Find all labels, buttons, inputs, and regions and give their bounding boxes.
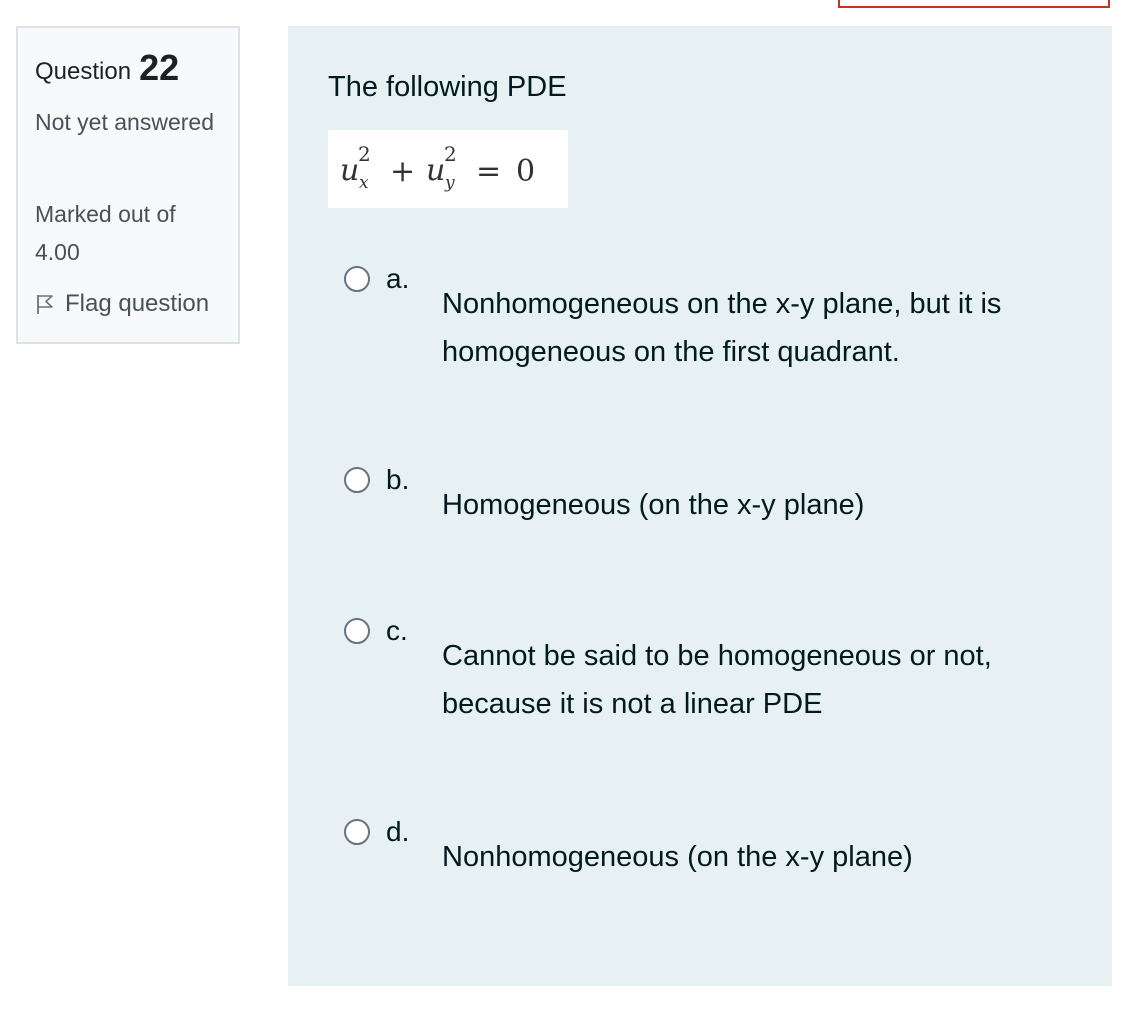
question-number: Question 22 xyxy=(35,46,179,88)
option-text-d[interactable]: Nonhomogeneous (on the x-y plane) xyxy=(442,833,1102,881)
radio-button-c[interactable] xyxy=(344,618,370,644)
question-info-panel: Question 22 Not yet answered Marked out o… xyxy=(16,26,240,344)
svg-text:x: x xyxy=(359,173,369,193)
option-letter-c: c. xyxy=(386,615,408,646)
question-number-value: 22 xyxy=(139,47,180,88)
option-text-b[interactable]: Homogeneous (on the x-y plane) xyxy=(442,481,1102,529)
flag-question-link[interactable]: Flag question xyxy=(35,290,209,318)
option-letter-a: a. xyxy=(386,263,410,294)
svg-text:u: u xyxy=(426,153,445,188)
svg-text:2: 2 xyxy=(358,142,371,166)
option-letter-b: b. xyxy=(386,464,410,495)
option-letter-d: d. xyxy=(386,816,410,847)
radio-button-b[interactable] xyxy=(344,467,370,493)
question-grade: Marked out of 4.00 xyxy=(35,201,176,265)
svg-text:0: 0 xyxy=(516,154,535,189)
top-outline-box xyxy=(838,0,1110,8)
question-word: Question xyxy=(35,58,132,85)
flag-question-label: Flag question xyxy=(65,290,210,317)
svg-text:=: = xyxy=(476,154,501,189)
svg-text:y: y xyxy=(444,173,455,193)
formula-graphic: u 2 x + u 2 y = 0 xyxy=(340,142,535,193)
flag-icon xyxy=(37,295,53,314)
option-text-c[interactable]: Cannot be said to be homogeneous or not,… xyxy=(442,632,1102,728)
radio-button-d[interactable] xyxy=(344,819,370,845)
svg-text:2: 2 xyxy=(444,142,457,166)
question-content: The following PDE u 2 x + u 2 y = 0 a. N… xyxy=(288,26,1112,986)
svg-text:u: u xyxy=(340,153,359,188)
question-state: Not yet answered xyxy=(35,109,214,135)
svg-text:+: + xyxy=(390,154,415,189)
formula-image: u 2 x + u 2 y = 0 xyxy=(328,130,568,208)
option-text-a[interactable]: Nonhomogeneous on the x-y plane, but it … xyxy=(442,280,1102,376)
question-text: The following PDE xyxy=(328,71,567,103)
radio-button-a[interactable] xyxy=(344,266,370,292)
